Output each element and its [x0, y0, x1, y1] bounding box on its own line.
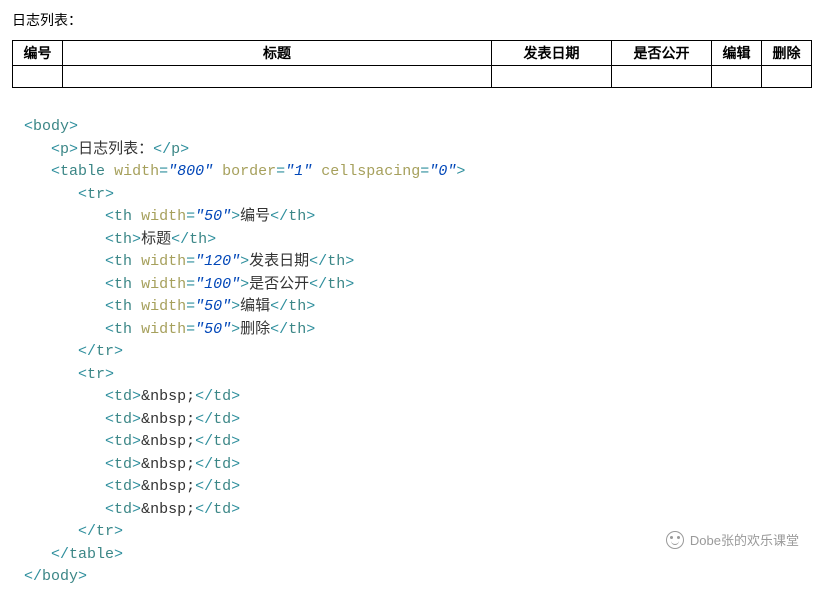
td-empty — [762, 66, 812, 88]
code-td5: &nbsp; — [141, 501, 195, 518]
preview-title: 日志列表： — [12, 10, 809, 30]
code-th0-width: 50 — [204, 208, 222, 225]
watermark: Dobe张的欢乐课堂 — [666, 530, 799, 549]
table-empty-row — [13, 66, 812, 88]
code-th0-text: 编号 — [240, 208, 270, 225]
code-th5-text: 删除 — [240, 321, 270, 338]
th-edit: 编辑 — [712, 41, 762, 66]
code-th1-text: 标题 — [141, 231, 171, 248]
code-table-border: 1 — [294, 163, 303, 180]
th-delete: 删除 — [762, 41, 812, 66]
td-empty — [492, 66, 612, 88]
code-th4-text: 编辑 — [240, 298, 270, 315]
table-header-row: 编号 标题 发表日期 是否公开 编辑 删除 — [13, 41, 812, 66]
code-th3-width: 100 — [204, 276, 231, 293]
watermark-text: Dobe张的欢乐课堂 — [690, 530, 799, 549]
html-source-code: <body> <p>日志列表：</p> <table width="800" b… — [0, 88, 821, 589]
th-id: 编号 — [13, 41, 63, 66]
code-td3: &nbsp; — [141, 456, 195, 473]
th-date: 发表日期 — [492, 41, 612, 66]
td-empty — [712, 66, 762, 88]
code-td0: &nbsp; — [141, 388, 195, 405]
code-th4-width: 50 — [204, 298, 222, 315]
code-th5-width: 50 — [204, 321, 222, 338]
code-table-width: 800 — [177, 163, 204, 180]
preview-table: 编号 标题 发表日期 是否公开 编辑 删除 — [12, 40, 812, 88]
code-th2-text: 发表日期 — [249, 253, 309, 270]
td-empty — [13, 66, 63, 88]
td-empty — [63, 66, 492, 88]
code-p-text: 日志列表： — [78, 141, 153, 158]
code-td1: &nbsp; — [141, 411, 195, 428]
code-table-cellspacing: 0 — [438, 163, 447, 180]
code-td4: &nbsp; — [141, 478, 195, 495]
wechat-icon — [666, 531, 684, 549]
code-td2: &nbsp; — [141, 433, 195, 450]
th-public: 是否公开 — [612, 41, 712, 66]
rendered-preview: 日志列表： 编号 标题 发表日期 是否公开 编辑 删除 — [0, 0, 821, 88]
code-th2-width: 120 — [204, 253, 231, 270]
code-th3-text: 是否公开 — [249, 276, 309, 293]
td-empty — [612, 66, 712, 88]
th-title: 标题 — [63, 41, 492, 66]
